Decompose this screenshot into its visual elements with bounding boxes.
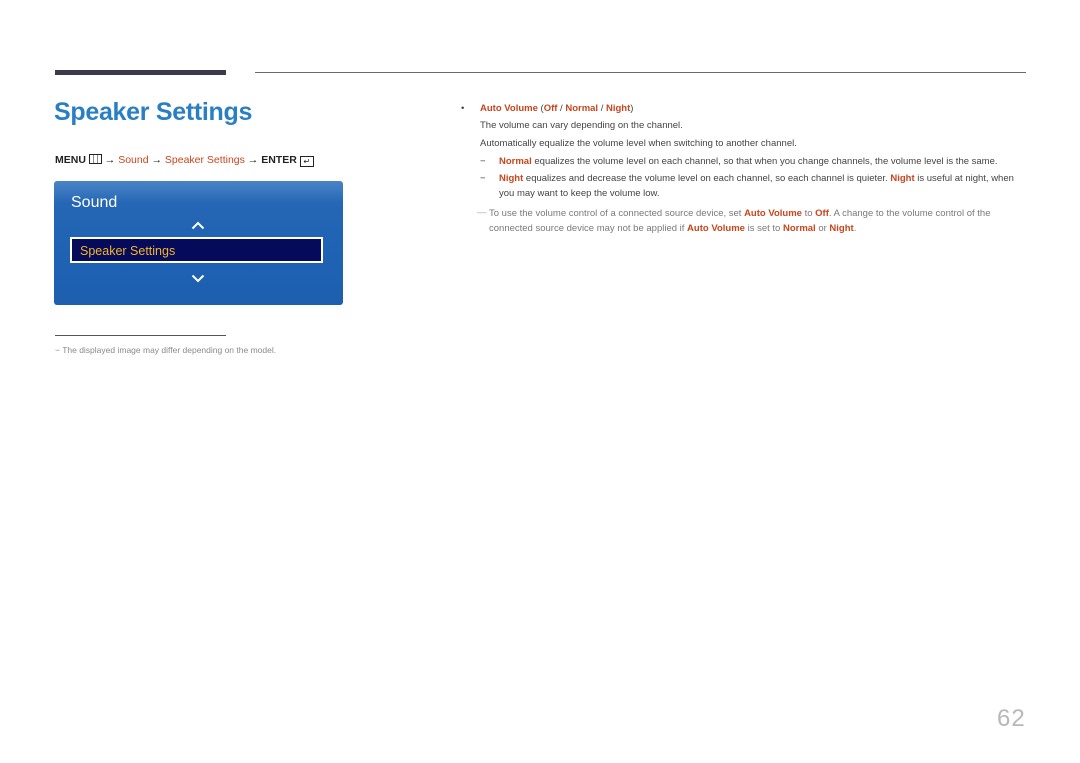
item-text: equalizes the volume level on each chann… [531, 156, 998, 167]
osd-panel-title: Sound [71, 194, 118, 211]
menu-grid-icon [88, 154, 102, 164]
item-text: equalizes and decrease the volume level … [523, 173, 891, 184]
term-night: Night [499, 173, 524, 184]
content-column: • Auto Volume (Off / Normal / Night) The… [461, 101, 1031, 236]
desc-line-1: The volume can vary depending on the cha… [480, 120, 683, 131]
volume-note: — To use the volume control of a connect… [461, 206, 1031, 236]
path-arrow: → [151, 154, 162, 166]
heading-opt-off: Off [543, 103, 558, 114]
heading-opt-normal: Normal [565, 103, 599, 114]
note-term: Off [815, 208, 829, 219]
note-term: Auto Volume [687, 223, 745, 234]
footnote-text: The displayed image may differ depending… [62, 345, 277, 355]
note-text: . [853, 223, 857, 234]
menu-path: MENU → Sound → Speaker Settings → ENTER … [55, 154, 314, 167]
chevron-down-icon[interactable] [191, 274, 205, 284]
note-text: is set to [744, 223, 783, 234]
header-thick-rule [55, 70, 226, 75]
path-speaker-settings: Speaker Settings [164, 154, 245, 166]
auto-volume-heading: • Auto Volume (Off / Normal / Night) [461, 101, 1031, 116]
enter-label: ENTER [261, 154, 297, 166]
note-term: Auto Volume [744, 208, 802, 219]
list-item-night: − Night equalizes and decrease the volum… [461, 171, 1031, 201]
footnote-rule [55, 335, 226, 336]
note-text: To use the volume control of a connected… [489, 208, 745, 219]
osd-selected-item[interactable]: Speaker Settings [70, 237, 323, 263]
term-night: Night [890, 173, 915, 184]
footnote: − The displayed image may differ dependi… [55, 345, 276, 355]
osd-sound-panel: Sound Speaker Settings [54, 181, 343, 305]
term-normal: Normal [499, 156, 532, 167]
bullet-icon: • [461, 103, 465, 114]
heading-name: Auto Volume [480, 103, 538, 114]
list-item-normal: − Normal equalizes the volume level on e… [461, 154, 1031, 169]
note-dash-icon: — [477, 207, 487, 218]
note-term: Night [829, 223, 854, 234]
heading-sep: / [598, 103, 606, 114]
note-term: Normal [782, 223, 816, 234]
osd-selected-label: Speaker Settings [80, 244, 176, 258]
path-arrow: → [247, 154, 259, 166]
page-title: Speaker Settings [54, 98, 253, 126]
menu-label: MENU [55, 154, 86, 166]
enter-icon: ↵ [299, 156, 314, 167]
footnote-dash: − [55, 345, 60, 355]
heading-opt-night: Night [606, 103, 631, 114]
header-thin-rule [255, 72, 1026, 73]
page-number: 62 [997, 705, 1026, 732]
path-arrow: → [104, 154, 116, 166]
chevron-up-icon[interactable] [191, 221, 205, 231]
note-text: to [801, 208, 816, 219]
dash-icon: − [480, 156, 486, 167]
heading-paren: ) [630, 103, 634, 114]
path-sound: Sound [118, 154, 149, 166]
desc-line-2: Automatically equalize the volume level … [480, 138, 797, 149]
note-text: or [815, 223, 830, 234]
dash-icon: − [480, 173, 486, 184]
